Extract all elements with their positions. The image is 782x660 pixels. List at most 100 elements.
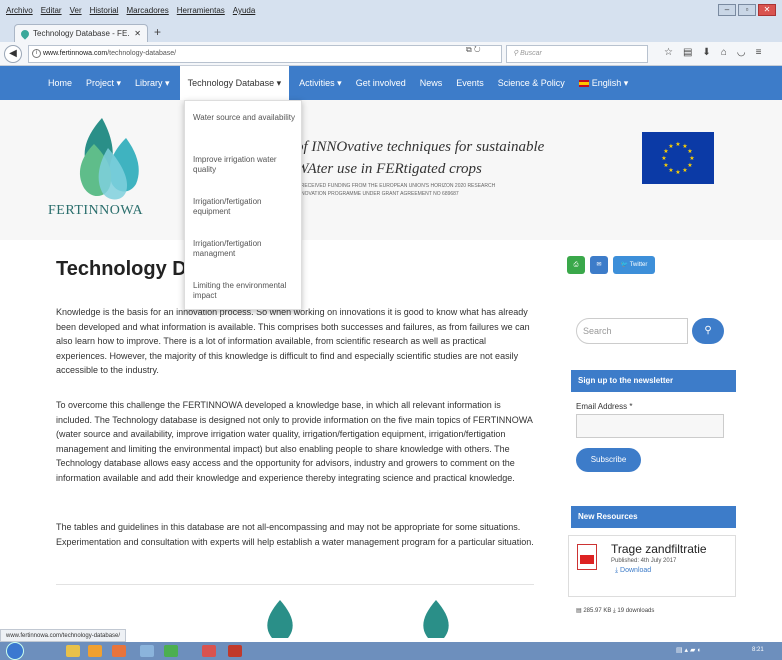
svg-text:★: ★ xyxy=(682,167,687,174)
dropdown-item-water-source[interactable]: Water source and availability xyxy=(193,113,297,123)
subscribe-button[interactable]: Subscribe xyxy=(576,448,641,472)
svg-text:★: ★ xyxy=(687,148,692,155)
tagline-line-2: WAter use in FERtigated crops xyxy=(296,161,482,177)
spreadsheet-app-icon[interactable] xyxy=(164,645,178,657)
svg-text:★: ★ xyxy=(668,167,673,174)
bookmark-star-icon[interactable]: ☆ xyxy=(664,47,673,58)
menu-ver[interactable]: Ver xyxy=(70,6,82,15)
leaf-icon xyxy=(423,600,449,638)
email-share-icon[interactable]: ✉ xyxy=(590,256,608,274)
system-tray-icons[interactable]: ▤ ▴ ▰ ◐ xyxy=(676,646,702,654)
resource-download-label: Download xyxy=(620,567,652,574)
firefox-app-icon[interactable] xyxy=(112,645,126,657)
dropdown-item-management[interactable]: Irrigation/fertigation managment xyxy=(193,239,297,259)
new-resources-heading: New Resources xyxy=(571,506,736,528)
browser-search-placeholder: Buscar xyxy=(520,50,542,57)
app-icon[interactable] xyxy=(140,645,154,657)
pdf-app-icon[interactable] xyxy=(202,645,216,657)
site-info-icon[interactable]: i xyxy=(32,49,41,58)
explorer-app-icon[interactable] xyxy=(66,645,80,657)
svg-text:★: ★ xyxy=(661,155,666,162)
favicon-icon xyxy=(19,27,31,40)
menu-ayuda[interactable]: Ayuda xyxy=(233,6,256,15)
disclaimer-paragraph: The tables and guidelines in this databa… xyxy=(56,522,534,547)
email-label: Email Address * xyxy=(576,402,633,411)
menu-herramientas[interactable]: Herramientas xyxy=(177,6,225,15)
nav-science-policy[interactable]: Science & Policy xyxy=(498,78,565,88)
svg-text:★: ★ xyxy=(668,143,673,150)
pocket-icon[interactable]: ◡ xyxy=(737,47,746,58)
tab-bar: Technology Database - FE... ✕ + xyxy=(0,22,782,42)
svg-text:★: ★ xyxy=(663,162,668,169)
menu-archivo[interactable]: Archivo xyxy=(6,6,33,15)
resource-download-link[interactable]: ⤓ Download xyxy=(615,567,651,575)
back-button[interactable]: ◀ xyxy=(4,45,22,63)
menu-editar[interactable]: Editar xyxy=(41,6,62,15)
start-button[interactable] xyxy=(6,642,24,660)
reading-list-icon[interactable]: ▤ xyxy=(683,47,692,58)
app-icon[interactable] xyxy=(228,645,242,657)
windows-taskbar: ▤ ▴ ▰ ◐ 8:21 xyxy=(0,642,782,660)
downloads-icon[interactable]: ⬇ xyxy=(702,47,710,58)
intro-paragraph: Knowledge is the basis for an innovation… xyxy=(56,307,530,375)
clock[interactable]: 8:21 xyxy=(752,647,764,653)
nav-technology-database[interactable]: Technology Database ▾ xyxy=(179,66,290,100)
nav-language[interactable]: English ▾ xyxy=(578,78,628,89)
header-banner: FERTINNOWA of INNOvative techniques for … xyxy=(0,100,782,240)
home-icon[interactable]: ⌂ xyxy=(721,47,727,58)
nav-events[interactable]: Events xyxy=(456,78,484,88)
search-icon[interactable]: ⚲ xyxy=(692,318,724,344)
nav-activities[interactable]: Activities ▾ xyxy=(299,78,342,89)
sidebar-search-input[interactable]: Search xyxy=(576,318,688,344)
english-flag-icon xyxy=(578,79,589,87)
browser-search-input[interactable]: ⚲ Buscar xyxy=(506,45,648,63)
nav-project[interactable]: Project ▾ xyxy=(86,78,121,89)
nav-library[interactable]: Library ▾ xyxy=(135,78,170,89)
content-divider xyxy=(56,584,534,585)
minimize-button[interactable]: – xyxy=(718,4,736,16)
dropdown-item-environmental-impact[interactable]: Limiting the environmental impact xyxy=(193,281,297,301)
resource-published: Published: 4th July 2017 xyxy=(611,558,677,564)
site-tagline: of INNOvative techniques for sustainable… xyxy=(296,136,544,180)
twitter-share-button[interactable]: 🐦 Twitter xyxy=(613,256,655,274)
email-field[interactable] xyxy=(576,414,724,438)
page-title: Technology Da xyxy=(56,258,198,280)
url-bar[interactable]: i www.fertinnowa.com/technology-database… xyxy=(28,45,502,63)
url-domain: www.fertinnowa.com xyxy=(43,50,108,57)
resource-title[interactable]: Trage zandfiltratie xyxy=(611,542,707,556)
dropdown-item-equipment[interactable]: Irrigation/fertigation equipment xyxy=(193,197,297,217)
twitter-bird-icon: 🐦 xyxy=(620,262,629,268)
svg-text:★: ★ xyxy=(687,162,692,169)
media-app-icon[interactable] xyxy=(88,645,102,657)
hamburger-menu-icon[interactable]: ≡ xyxy=(756,47,762,58)
tab-close-icon[interactable]: ✕ xyxy=(134,29,141,38)
site-nav: Home Project ▾ Library ▾ Technology Data… xyxy=(0,66,782,100)
menu-list: Archivo Editar Ver Historial Marcadores … xyxy=(6,6,255,15)
nav-get-involved[interactable]: Get involved xyxy=(356,78,406,88)
logo-text: FERTINNOWA xyxy=(48,203,144,218)
svg-text:★: ★ xyxy=(689,155,694,162)
eu-flag-icon: ★ ★★ ★★★ ★★★ ★★★ xyxy=(642,132,714,184)
technology-database-dropdown: Water source and availability Improve ir… xyxy=(184,100,302,310)
nav-news[interactable]: News xyxy=(420,78,443,88)
print-icon[interactable]: ⎙ xyxy=(567,256,585,274)
dropdown-item-water-quality[interactable]: Improve irrigation water quality xyxy=(193,155,297,175)
funding-notice: S RECEIVED FUNDING FROM THE EUROPEAN UNI… xyxy=(296,182,495,198)
funding-line-1: S RECEIVED FUNDING FROM THE EUROPEAN UNI… xyxy=(296,183,496,189)
window-controls: – ▫ ✕ xyxy=(718,4,776,16)
new-tab-button[interactable]: + xyxy=(154,25,161,39)
status-url: www.fertinnowa.com/technology-database/ xyxy=(0,629,127,642)
close-window-button[interactable]: ✕ xyxy=(758,4,776,16)
browser-tab[interactable]: Technology Database - FE... ✕ xyxy=(14,24,148,42)
menu-historial[interactable]: Historial xyxy=(90,6,119,15)
funding-line-2: INNOVATION PROGRAMME UNDER GRANT AGREEME… xyxy=(296,191,459,197)
maximize-button[interactable]: ▫ xyxy=(738,4,756,16)
url-path: /technology-database/ xyxy=(107,50,177,57)
menu-marcadores[interactable]: Marcadores xyxy=(127,6,169,15)
resource-card: Trage zandfiltratie Published: 4th July … xyxy=(568,535,736,597)
reload-icon[interactable]: ⧉ ↻ xyxy=(466,45,481,55)
nav-home[interactable]: Home xyxy=(48,78,72,88)
resource-meta: ▤ 285.97 KB ⤓ 19 downloads xyxy=(576,607,654,615)
browser-navbar: ◀ i www.fertinnowa.com/technology-databa… xyxy=(0,42,782,66)
leaf-icon xyxy=(267,600,293,638)
